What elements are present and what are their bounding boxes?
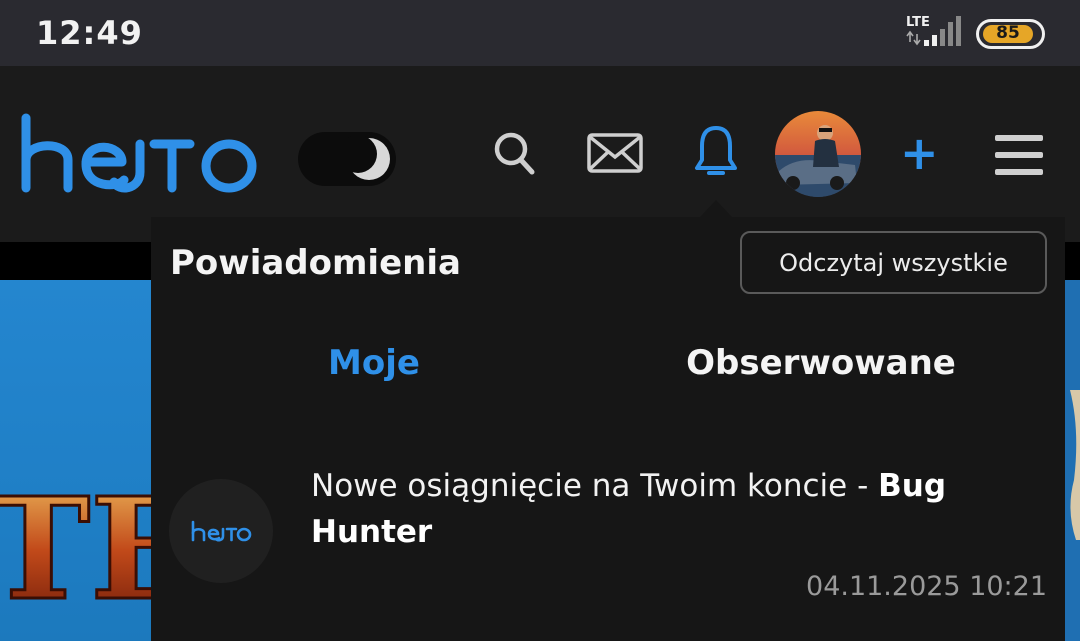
tab-mine[interactable]: Moje: [269, 343, 479, 383]
bell-icon[interactable]: [694, 124, 738, 182]
dropdown-caret: [700, 200, 732, 217]
clock: 12:49: [36, 14, 143, 52]
notifications-panel: Powiadomienia Odczytaj wszystkie Moje Ob…: [151, 217, 1065, 641]
network-label: LTE: [906, 15, 930, 30]
battery-indicator: 85: [976, 19, 1045, 49]
dark-mode-toggle[interactable]: [298, 132, 396, 186]
panel-title: Powiadomienia: [170, 243, 461, 283]
hejto-logo[interactable]: [18, 112, 264, 194]
menu-icon[interactable]: [994, 133, 1044, 177]
background-banner: TE: [0, 280, 152, 641]
signal-icon: LTE: [906, 15, 961, 46]
plus-icon[interactable]: +: [900, 130, 939, 176]
hejto-avatar-logo: [191, 520, 252, 542]
avatar-image: [775, 111, 861, 197]
moon-icon: [339, 135, 390, 180]
notification-text: Nowe osiągnięcie na Twoim koncie - Bug H…: [311, 463, 1031, 555]
status-bar: 12:49 LTE 85: [0, 0, 1080, 66]
tab-observed[interactable]: Obserwowane: [651, 343, 991, 383]
mail-icon[interactable]: [587, 133, 643, 173]
notification-avatar: [169, 479, 273, 583]
background-side-image: [1064, 280, 1080, 641]
side-art: [1070, 390, 1080, 540]
notification-message: Nowe osiągnięcie na Twoim koncie -: [311, 468, 879, 504]
search-icon[interactable]: [492, 130, 536, 176]
battery-level: 85: [996, 23, 1020, 43]
banner-art: TE: [0, 467, 152, 634]
user-avatar[interactable]: [775, 111, 861, 197]
notification-date: 04.11.2025 10:21: [806, 571, 1047, 602]
banner-text: TE: [0, 468, 152, 632]
site-header: +: [0, 66, 1080, 242]
read-all-button[interactable]: Odczytaj wszystkie: [740, 231, 1047, 294]
